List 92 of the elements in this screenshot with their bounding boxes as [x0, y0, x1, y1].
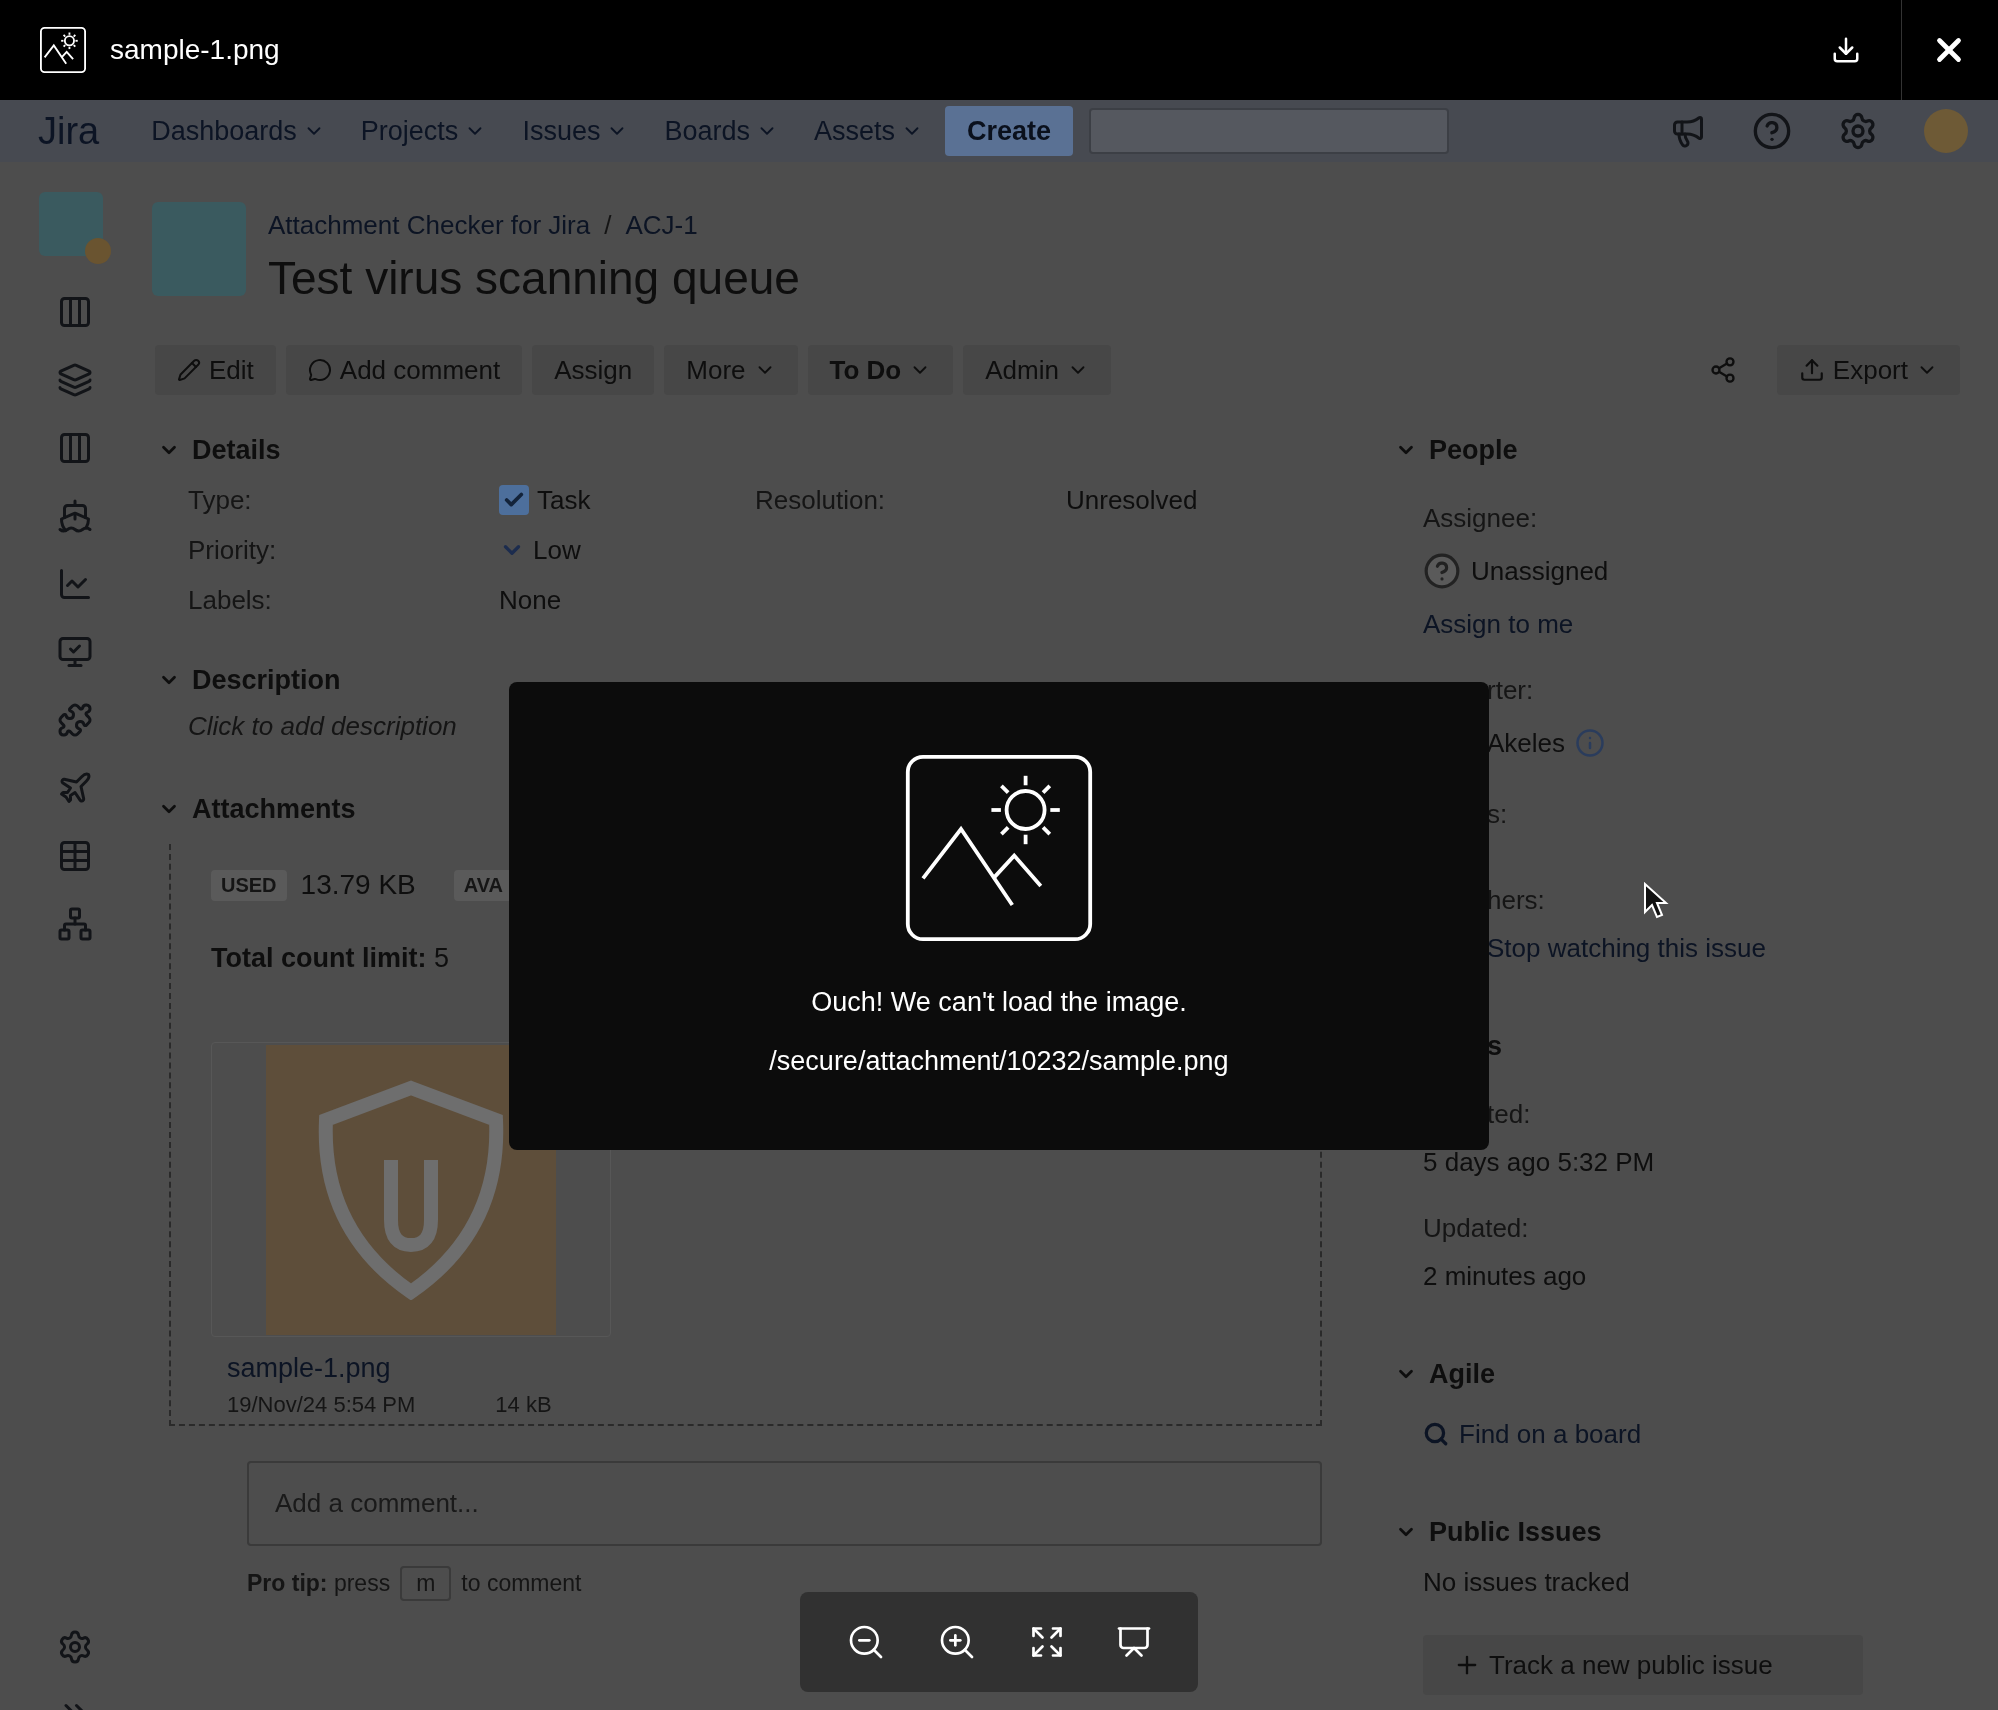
plane-icon[interactable]	[57, 770, 93, 806]
settings-icon[interactable]	[57, 1629, 93, 1665]
breadcrumb-link[interactable]: Attachment Checker for Jira	[268, 210, 591, 241]
used-badge: USED	[211, 869, 287, 901]
unknown-user-icon	[1423, 552, 1461, 590]
pro-tip-text: Pro tip: press	[247, 1570, 391, 1597]
nav-menu[interactable]: Issues	[522, 115, 629, 147]
puzzle-icon[interactable]	[57, 702, 93, 738]
share-icon[interactable]	[1708, 356, 1737, 384]
field-label: Labels:	[188, 584, 273, 616]
info-icon	[1575, 728, 1606, 758]
board-icon[interactable]	[57, 294, 93, 330]
used-value: 13.79 KB	[300, 869, 416, 901]
file-name: sample-1.png	[110, 34, 280, 66]
shield-clip-icon	[316, 1079, 506, 1300]
help-icon[interactable]	[1752, 111, 1792, 151]
breadcrumb-link[interactable]: ACJ-1	[625, 210, 698, 241]
field-label: rter:	[1487, 674, 1534, 706]
assignee-name: Unassigned	[1471, 555, 1609, 587]
field-label: ted:	[1487, 1098, 1531, 1130]
line-chart-icon[interactable]	[57, 566, 93, 602]
image-icon	[904, 753, 1094, 943]
badge-icon	[85, 238, 111, 264]
field-value: None	[499, 584, 562, 616]
field-label: Type:	[188, 484, 253, 516]
track-issue-button[interactable]: Track a new public issue	[1423, 1635, 1863, 1695]
field-label: Priority:	[188, 534, 278, 566]
field-value: Low	[533, 534, 581, 566]
toolbar-button[interactable]: Edit	[155, 345, 276, 395]
toolbar-button[interactable]: Add comment	[285, 345, 523, 395]
presentation-icon[interactable]	[1116, 1624, 1153, 1660]
columns-icon[interactable]	[57, 430, 93, 466]
download-icon[interactable]	[1831, 35, 1861, 65]
section-title: Description	[192, 664, 341, 696]
keyboard-key: m	[400, 1566, 452, 1601]
search-icon	[1423, 1421, 1449, 1447]
pro-tip-text: to comment	[461, 1570, 582, 1597]
image-file-icon	[40, 27, 86, 73]
field-value: Task	[537, 484, 591, 516]
toolbar-button[interactable]: To Do	[807, 345, 954, 395]
table-icon[interactable]	[57, 838, 93, 874]
attachment-date: 19/Nov/24 5:54 PM	[227, 1392, 416, 1418]
settings-icon[interactable]	[1838, 111, 1878, 151]
stack-icon[interactable]	[57, 362, 93, 398]
people-link[interactable]: Stop watching this issue	[1487, 932, 1766, 964]
user-avatar[interactable]	[1924, 109, 1968, 153]
field-label: Assignee:	[1423, 502, 1538, 534]
export-button[interactable]: Export	[1776, 345, 1960, 395]
field-value: 5 days ago 5:32 PM	[1423, 1146, 1655, 1178]
cursor-icon	[1643, 882, 1669, 920]
nav-menu[interactable]: Assets	[814, 115, 923, 147]
megaphone-icon[interactable]	[1670, 113, 1706, 149]
error-message: Ouch! We can't load the image.	[811, 987, 1187, 1018]
field-label: s:	[1487, 798, 1508, 830]
people-link[interactable]: Assign to me	[1423, 608, 1574, 640]
section-title: People	[1429, 434, 1518, 466]
pencil-icon	[177, 358, 201, 382]
field-label: hers:	[1487, 884, 1545, 916]
section-title: Public Issues	[1429, 1516, 1602, 1548]
jira-logo[interactable]: Jira	[38, 109, 100, 153]
field-value: Unresolved	[1066, 484, 1198, 516]
search-field[interactable]	[1089, 108, 1450, 154]
count-limit: Total count limit: 5	[211, 943, 450, 974]
toolbar-button[interactable]: Assign	[532, 345, 655, 395]
issue-title: Test virus scanning queue	[268, 251, 800, 305]
section-title: s	[1487, 1030, 1503, 1062]
boat-icon[interactable]	[57, 498, 93, 534]
find-on-board-link[interactable]: Find on a board	[1459, 1418, 1642, 1450]
upload-icon	[1798, 357, 1825, 383]
tree-icon[interactable]	[57, 906, 93, 942]
task-icon	[499, 485, 529, 515]
nav-menu[interactable]: Boards	[664, 115, 778, 147]
nav-menu[interactable]: Projects	[360, 115, 487, 147]
toolbar-button[interactable]: Admin	[963, 345, 1111, 395]
description-placeholder[interactable]: Click to add description	[188, 711, 457, 741]
reporter-name: Akeles	[1487, 727, 1566, 759]
field-label: Resolution:	[755, 484, 887, 516]
breadcrumb-separator: /	[604, 210, 612, 241]
attachment-size: 14 kB	[495, 1392, 552, 1418]
section-title: Agile	[1429, 1358, 1495, 1390]
image-path: /secure/attachment/10232/sample.png	[769, 1046, 1229, 1077]
create-button[interactable]: Create	[945, 106, 1074, 156]
toolbar-button[interactable]: More	[664, 345, 798, 395]
nav-menu[interactable]: Dashboards	[151, 115, 325, 147]
field-value: 2 minutes ago	[1423, 1260, 1587, 1292]
field-label: Updated:	[1423, 1212, 1529, 1244]
monitor-icon[interactable]	[57, 634, 93, 670]
attachment-name[interactable]: sample-1.png	[227, 1353, 1280, 1384]
field-value: No issues tracked	[1423, 1566, 1630, 1598]
section-title: Details	[192, 434, 281, 466]
comment-icon	[307, 358, 332, 382]
section-title: Attachments	[192, 793, 356, 825]
